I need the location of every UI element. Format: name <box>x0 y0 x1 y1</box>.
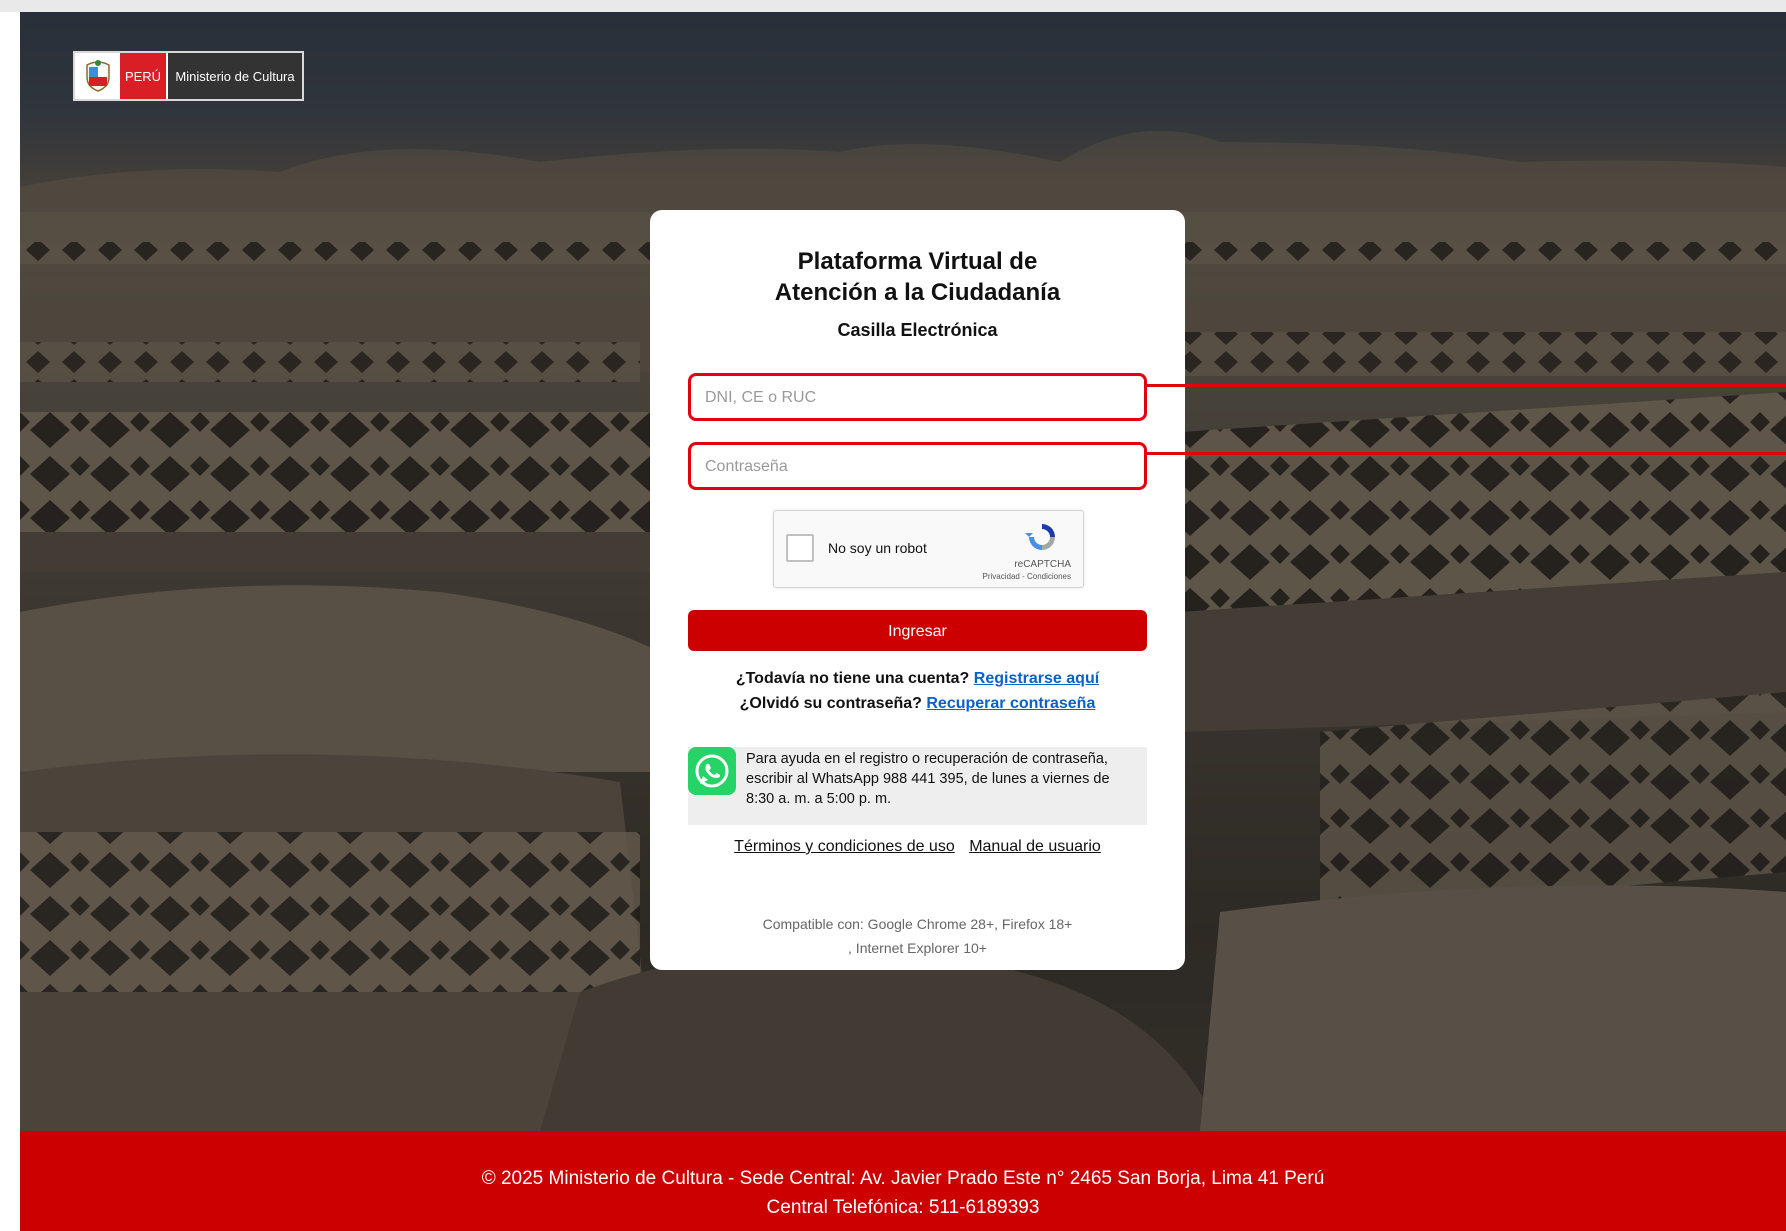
recaptcha-widget: No soy un robot reCAPTCHA Privacidad - C… <box>773 510 1084 588</box>
terms-link[interactable]: Términos y condiciones de uso <box>734 838 955 855</box>
whatsapp-help-box: Para ayuda en el registro o recuperación… <box>688 747 1147 825</box>
recover-question: ¿Olvidó su contraseña? <box>739 695 922 712</box>
recaptcha-checkbox[interactable] <box>786 534 814 562</box>
footer-phone: Central Telefónica: 511-6189393 <box>766 1197 1040 1218</box>
logo-country-label: PERÚ <box>120 53 166 99</box>
recaptcha-brand: reCAPTCHA <box>1014 559 1071 570</box>
page-subtitle: Casilla Electrónica <box>837 320 998 340</box>
logo-ministry-label: Ministerio de Cultura <box>168 53 302 99</box>
login-card: Plataforma Virtual de Atención a la Ciud… <box>650 210 1185 970</box>
whatsapp-icon <box>688 747 736 795</box>
browser-top-bar <box>0 0 1786 12</box>
register-question: ¿Todavía no tiene una cuenta? <box>735 670 970 687</box>
login-button[interactable]: Ingresar <box>688 610 1147 651</box>
user-manual-link[interactable]: Manual de usuario <box>969 838 1101 855</box>
recover-line: ¿Olvidó su contraseña? Recuperar contras… <box>650 695 1185 713</box>
ministry-logo[interactable]: PERÚ Ministerio de Cultura <box>73 51 304 101</box>
title-line-2: Atención a la Ciudadanía <box>774 279 1061 306</box>
left-gutter <box>0 12 20 1231</box>
whatsapp-help-text: Para ayuda en el registro o recuperación… <box>746 751 1110 807</box>
annotation-line-user <box>1147 384 1786 387</box>
register-link[interactable]: Registrarse aquí <box>974 670 1099 687</box>
recaptcha-privacy-links[interactable]: Privacidad - Condiciones <box>983 572 1072 581</box>
recover-password-link[interactable]: Recuperar contraseña <box>926 695 1095 712</box>
password-input[interactable] <box>703 445 1137 489</box>
login-page: PERÚ Ministerio de Cultura Plataforma Vi… <box>20 12 1786 1231</box>
password-field-wrapper <box>688 442 1147 490</box>
footer-address: © 2025 Ministerio de Cultura - Sede Cent… <box>481 1168 1325 1189</box>
footer-links: Términos y condiciones de uso Manual de … <box>650 838 1185 856</box>
browser-compatibility: Compatible con: Google Chrome 28+, Firef… <box>650 912 1185 960</box>
compat-line-1: Compatible con: Google Chrome 28+, Firef… <box>762 916 1073 932</box>
site-footer: © 2025 Ministerio de Cultura - Sede Cent… <box>20 1131 1786 1231</box>
annotation-line-password <box>1147 452 1786 455</box>
page-title: Plataforma Virtual de Atención a la Ciud… <box>650 246 1185 308</box>
user-id-field-wrapper <box>688 373 1147 421</box>
title-line-1: Plataforma Virtual de <box>797 248 1038 275</box>
recaptcha-label: No soy un robot <box>828 540 927 556</box>
peru-coat-of-arms-icon <box>75 53 120 99</box>
compat-line-2: , Internet Explorer 10+ <box>848 940 987 956</box>
recaptcha-icon <box>1025 524 1055 550</box>
register-line: ¿Todavía no tiene una cuenta? Registrars… <box>650 670 1185 688</box>
user-id-input[interactable] <box>703 376 1137 420</box>
